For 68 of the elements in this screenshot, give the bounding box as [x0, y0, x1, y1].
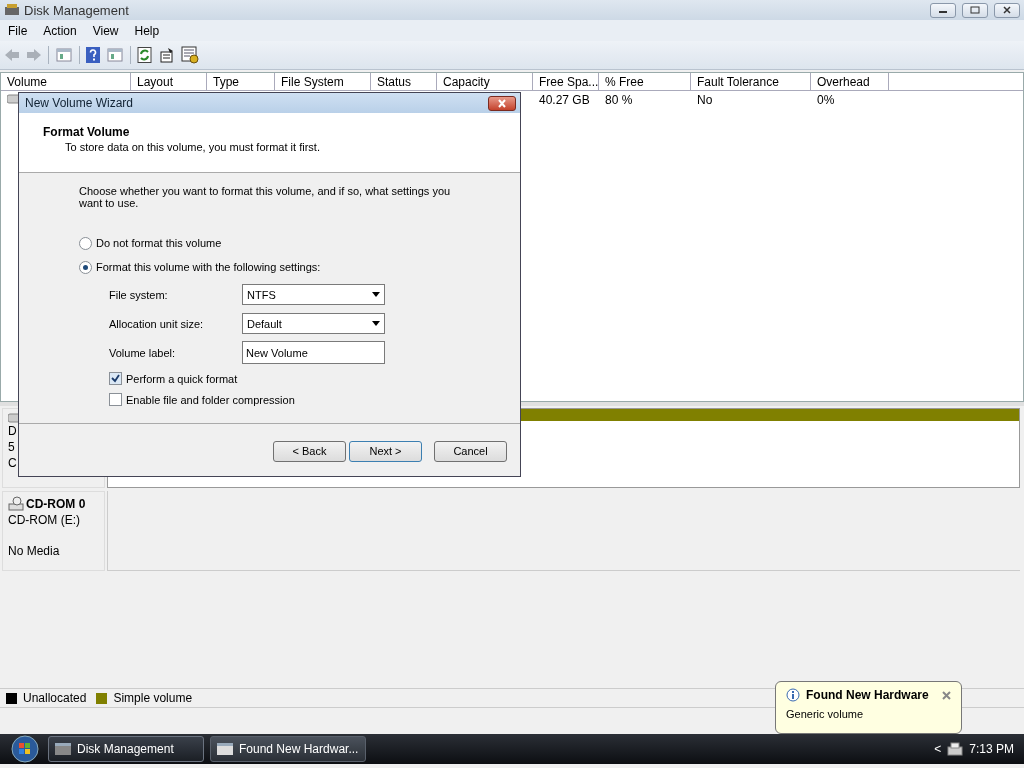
- legend-label: Unallocated: [23, 691, 87, 705]
- window-icon: [55, 742, 71, 756]
- legend-label: Simple volume: [113, 691, 193, 705]
- disk-info-text: C: [8, 456, 18, 471]
- refresh-icon[interactable]: [137, 47, 153, 63]
- info-icon: [786, 688, 800, 702]
- menu-item[interactable]: File: [2, 23, 34, 38]
- dialog-button[interactable]: < Back: [273, 440, 346, 462]
- field-label: Volume label:: [109, 346, 177, 359]
- close-button[interactable]: [994, 2, 1020, 18]
- table-cell: 80 %: [605, 93, 633, 107]
- table-cell: 40.27 GB: [539, 93, 590, 107]
- dropdown-arrow-icon: [372, 321, 380, 326]
- dialog-button[interactable]: Next >: [349, 440, 422, 462]
- menu-item[interactable]: Help: [128, 23, 166, 38]
- disk-name: CD-ROM 0: [8, 496, 99, 512]
- tray-expand-button[interactable]: <: [934, 742, 942, 756]
- pane-icon[interactable]: [106, 47, 124, 63]
- disk-info-text: CD-ROM (E:): [8, 513, 81, 528]
- menu-item[interactable]: View: [86, 23, 125, 38]
- checkbox[interactable]: [109, 372, 122, 385]
- taskbar-button[interactable]: Disk Management: [48, 736, 204, 762]
- table-cell: 0%: [817, 93, 835, 107]
- menu-item[interactable]: Action: [37, 23, 83, 38]
- checkbox-label: Enable file and folder compression: [126, 393, 295, 406]
- maximize-button[interactable]: [962, 2, 988, 18]
- instruction-text: Choose whether you want to format this volume, and if so, what settings you want to use.: [79, 185, 452, 209]
- help-icon[interactable]: [86, 47, 100, 63]
- window-icon: [217, 742, 233, 756]
- maximize-icon: [970, 6, 980, 14]
- dialog-title: New Volume Wizard: [25, 96, 135, 110]
- checkbox-label: Perform a quick format: [126, 372, 238, 385]
- notification-title: Found New Hardware: [806, 688, 930, 702]
- wizard-subheading: To store data on this volume, you must format it first.: [64, 141, 321, 153]
- radio-button[interactable]: [79, 260, 92, 274]
- dropdown-field[interactable]: Default: [242, 313, 385, 334]
- start-button[interactable]: [8, 734, 42, 764]
- close-icon[interactable]: [942, 690, 951, 700]
- settings-icon[interactable]: [181, 46, 199, 64]
- checkmark-icon: [111, 374, 120, 383]
- field-label: Allocation unit size:: [109, 317, 205, 330]
- dropdown-arrow-icon: [372, 292, 380, 297]
- cd-drive-icon: [8, 496, 24, 512]
- pane-icon[interactable]: [55, 47, 73, 63]
- disk-info-text: D: [8, 424, 18, 439]
- radio-button[interactable]: [79, 236, 92, 250]
- dialog-button[interactable]: Cancel: [434, 440, 507, 462]
- table-cell: No: [697, 93, 713, 107]
- taskbar-button[interactable]: Found New Hardwar...: [210, 736, 366, 762]
- hardware-icon[interactable]: [947, 741, 964, 757]
- wizard-heading: Format Volume: [43, 125, 131, 139]
- radio-label: Do not format this volume: [96, 237, 222, 249]
- input-field[interactable]: New Volume: [242, 341, 385, 364]
- radio-label: Format this volume with the following settings:: [96, 261, 321, 273]
- disk-info-text: No Media: [8, 544, 61, 559]
- close-button[interactable]: [488, 95, 516, 111]
- notification-message: Generic volume: [786, 708, 865, 720]
- window-title: Disk Management: [24, 2, 130, 18]
- field-label: File system:: [109, 288, 169, 301]
- close-icon: [1002, 6, 1012, 14]
- clock[interactable]: 7:13 PM: [969, 742, 1014, 756]
- checkbox[interactable]: [109, 393, 122, 406]
- properties-icon[interactable]: [159, 47, 175, 63]
- close-icon: [497, 98, 507, 108]
- disk-info-text: 5: [8, 440, 16, 455]
- dropdown-field[interactable]: NTFS: [242, 284, 385, 305]
- disk-management-icon: [4, 2, 20, 18]
- minimize-button[interactable]: [930, 2, 956, 18]
